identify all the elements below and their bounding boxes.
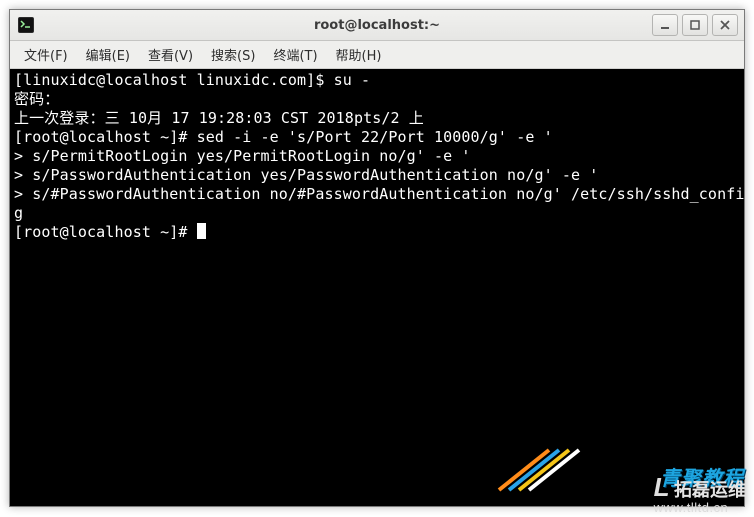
titlebar: root@localhost:~ — [10, 10, 744, 41]
menu-view[interactable]: 查看(V) — [140, 42, 201, 67]
terminal-line: > s/PasswordAuthentication yes/PasswordA… — [14, 166, 598, 184]
window-buttons — [652, 14, 738, 36]
menu-help[interactable]: 帮助(H) — [328, 42, 390, 67]
maximize-icon — [689, 19, 701, 31]
maximize-button[interactable] — [682, 14, 708, 36]
minimize-button[interactable] — [652, 14, 678, 36]
minimize-icon — [659, 19, 671, 31]
terminal-cursor — [197, 223, 206, 239]
terminal-line: > s/PermitRootLogin yes/PermitRootLogin … — [14, 147, 471, 165]
menu-file[interactable]: 文件(F) — [16, 42, 76, 67]
terminal-window: root@localhost:~ 文件(F) 编辑(E) 查看(V) 搜索(S)… — [9, 9, 745, 507]
terminal-line: > s/#PasswordAuthentication no/#Password… — [14, 185, 744, 203]
menu-terminal[interactable]: 终端(T) — [265, 42, 325, 67]
terminal-output[interactable]: [linuxidc@localhost linuxidc.com]$ su - … — [10, 69, 744, 506]
terminal-line: 密码： — [14, 90, 59, 108]
menu-search[interactable]: 搜索(S) — [203, 42, 263, 67]
window-title: root@localhost:~ — [10, 18, 744, 33]
close-button[interactable] — [712, 14, 738, 36]
terminal-icon — [18, 17, 34, 33]
terminal-line: [root@localhost ~]# sed -i -e 's/Port 22… — [14, 128, 553, 146]
terminal-line: [linuxidc@localhost linuxidc.com]$ su - — [14, 71, 370, 89]
terminal-prompt: [root@localhost ~]# — [14, 223, 197, 241]
menu-edit[interactable]: 编辑(E) — [78, 42, 138, 67]
close-icon — [719, 19, 731, 31]
terminal-line: g — [14, 204, 23, 222]
terminal-line: 上一次登录：三 10月 17 19:28:03 CST 2018pts/2 上 — [14, 109, 424, 127]
menubar: 文件(F) 编辑(E) 查看(V) 搜索(S) 终端(T) 帮助(H) — [10, 41, 744, 69]
